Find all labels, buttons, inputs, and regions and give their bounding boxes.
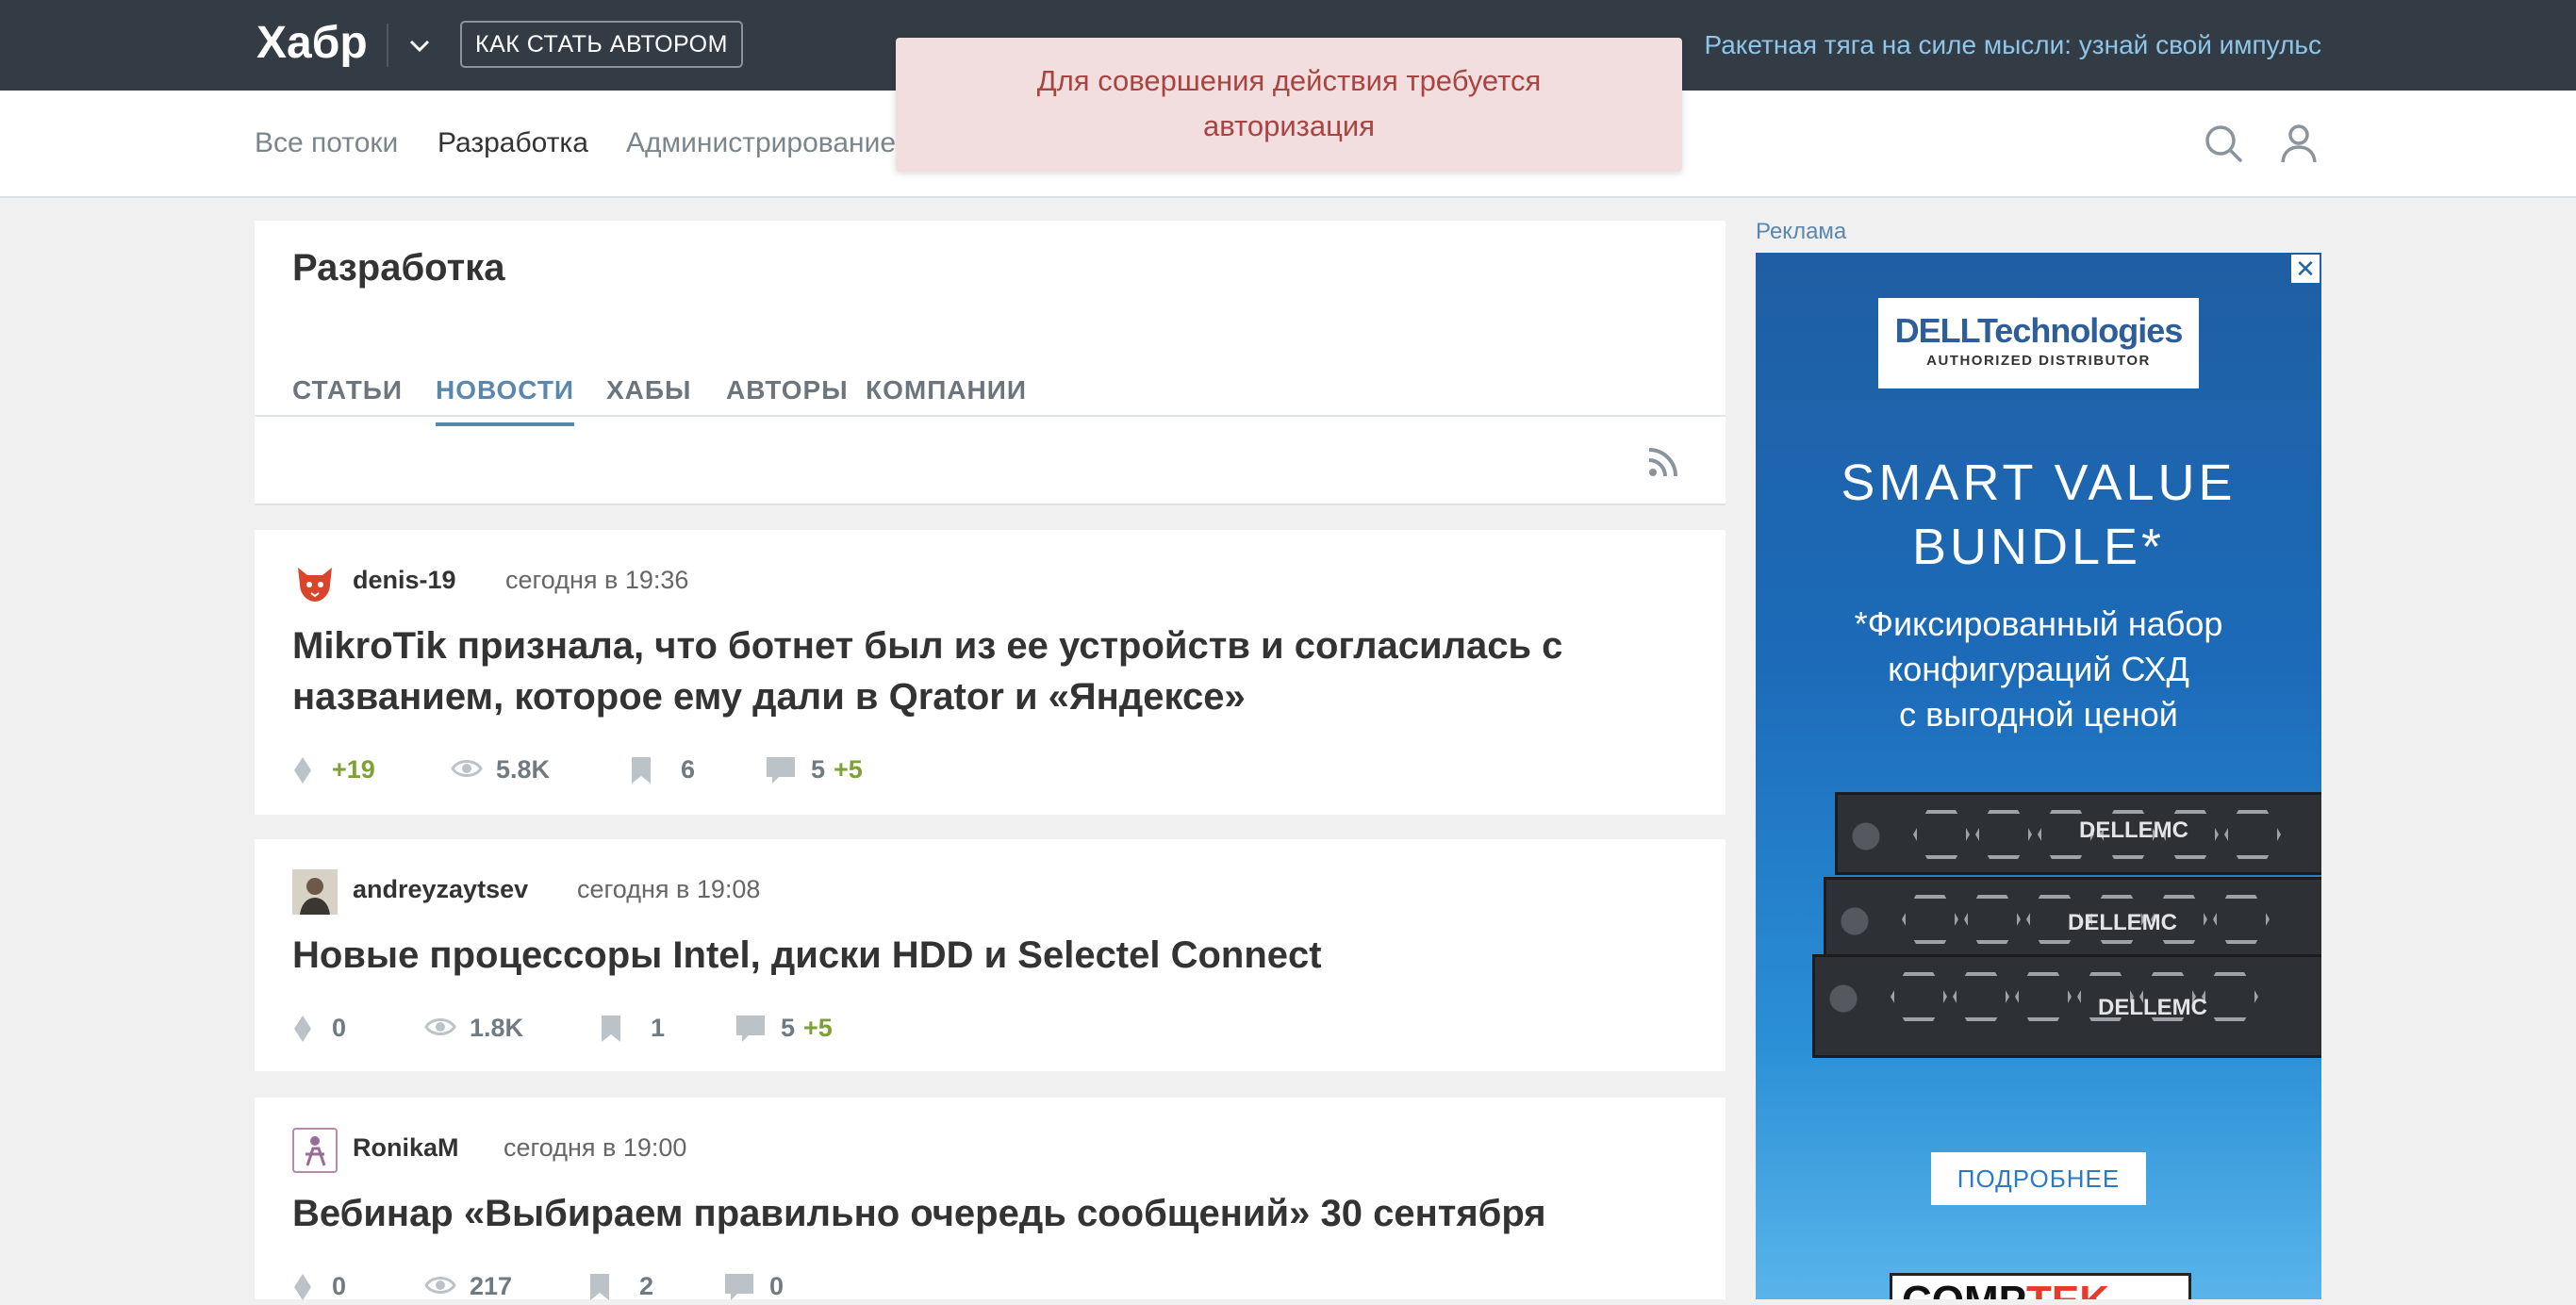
eye-icon bbox=[451, 760, 483, 777]
toast-line-1: Для совершения действия требуется bbox=[1036, 64, 1542, 97]
ad-headline-line: BUNDLE* bbox=[1911, 519, 2166, 575]
post-author[interactable]: RonikaM bbox=[353, 1133, 459, 1163]
post-date: сегодня в 19:08 bbox=[577, 875, 761, 903]
hub-header-card: Разработка СТАТЬИ НОВОСТИ ХАБЫ АВТОРЫ КО… bbox=[255, 221, 1726, 505]
rating-icon bbox=[294, 757, 311, 784]
post-title[interactable]: MikroTik признала, что ботнет был из ее … bbox=[292, 620, 1650, 722]
rss-icon[interactable] bbox=[1646, 445, 1680, 479]
bookmark-icon bbox=[632, 757, 651, 784]
become-author-button[interactable]: КАК СТАТЬ АВТОРОМ bbox=[460, 21, 743, 68]
page-title: Разработка bbox=[292, 247, 505, 289]
rack-brand: DELLEMC bbox=[2079, 818, 2188, 843]
logo-text: TEK bbox=[2026, 1278, 2109, 1299]
chevron-down-icon[interactable] bbox=[401, 26, 438, 64]
dell-logo-subtitle: AUTHORIZED DISTRIBUTOR bbox=[1926, 353, 2151, 369]
ad-label: Реклама bbox=[1756, 219, 1847, 244]
eye-icon bbox=[424, 1277, 456, 1294]
ad-headline-line: SMART VALUE bbox=[1841, 454, 2237, 511]
rating-icon bbox=[294, 1274, 311, 1300]
post-author[interactable]: andreyzaytsev bbox=[353, 875, 528, 904]
post-author[interactable]: denis-19 bbox=[353, 566, 456, 595]
toast-line-2: авторизация bbox=[1203, 109, 1375, 142]
post-date: сегодня в 19:36 bbox=[505, 566, 689, 594]
tab-authors[interactable]: АВТОРЫ bbox=[726, 353, 849, 428]
ad-headline: SMART VALUE BUNDLE* bbox=[1756, 451, 2321, 579]
nav-item-administration[interactable]: Администрирование bbox=[626, 124, 896, 162]
logo-text: COMP bbox=[1902, 1278, 2026, 1299]
user-icon[interactable] bbox=[2276, 121, 2321, 166]
divider bbox=[255, 504, 1726, 505]
avatar[interactable] bbox=[292, 1128, 338, 1173]
comment-icon bbox=[725, 1274, 753, 1300]
ad-more-button[interactable]: ПОДРОБНЕЕ bbox=[1931, 1152, 2146, 1205]
post-title[interactable]: Вебинар «Выбираем правильно очередь сооб… bbox=[292, 1188, 1650, 1239]
comptek-logo: COMPTEK bbox=[1890, 1273, 2191, 1299]
auth-required-toast: Для совершения действия требуется автори… bbox=[896, 38, 1682, 172]
header-divider bbox=[387, 24, 388, 67]
comment-icon bbox=[736, 1016, 765, 1042]
post-card: andreyzaytsev сегодня в 19:08 Новые проц… bbox=[255, 839, 1726, 1071]
tab-companies[interactable]: КОМПАНИИ bbox=[866, 353, 1027, 428]
close-icon[interactable]: ✕ bbox=[2291, 255, 2320, 283]
tab-articles[interactable]: СТАТЬИ bbox=[292, 353, 403, 428]
nav-item-all-flows[interactable]: Все потоки bbox=[255, 124, 398, 162]
post-title[interactable]: Новые процессоры Intel, диски HDD и Sele… bbox=[292, 930, 1650, 981]
ad-body-line: конфигураций СХД bbox=[1888, 650, 2189, 688]
search-icon[interactable] bbox=[2201, 121, 2246, 166]
rack-brand: DELLEMC bbox=[2098, 995, 2207, 1020]
server-rack-image: DELLEMC bbox=[1835, 792, 2321, 875]
ad-body-line: с выгодной ценой bbox=[1899, 695, 2178, 734]
dell-logo-text: DELLTechnologies bbox=[1894, 311, 2184, 350]
post-card: RonikaM сегодня в 19:00 Вебинар «Выбирае… bbox=[255, 1098, 1726, 1300]
habr-logo[interactable]: Хабр bbox=[256, 13, 368, 74]
eye-icon bbox=[424, 1018, 456, 1035]
tab-hubs[interactable]: ХАБЫ bbox=[606, 353, 691, 428]
avatar[interactable] bbox=[292, 869, 338, 915]
rating-icon bbox=[294, 1016, 311, 1042]
dell-logo: DELLTechnologies AUTHORIZED DISTRIBUTOR bbox=[1878, 298, 2199, 388]
sidebar-ad-banner[interactable]: ✕ DELLTechnologies AUTHORIZED DISTRIBUTO… bbox=[1756, 253, 2321, 1299]
ad-body-line: *Фиксированный набор bbox=[1854, 604, 2223, 643]
nav-item-development[interactable]: Разработка bbox=[438, 124, 588, 162]
promo-link[interactable]: Ракетная тяга на силе мысли: узнай свой … bbox=[1704, 28, 2321, 62]
comment-icon bbox=[767, 757, 795, 784]
tab-news[interactable]: НОВОСТИ bbox=[436, 353, 575, 428]
bookmark-icon bbox=[602, 1016, 620, 1042]
post-card: denis-19 сегодня в 19:36 MikroTik призна… bbox=[255, 530, 1726, 815]
ad-body: *Фиксированный набор конфигураций СХД с … bbox=[1756, 602, 2321, 737]
divider bbox=[255, 415, 1726, 417]
post-date: сегодня в 19:00 bbox=[504, 1133, 687, 1162]
avatar[interactable] bbox=[292, 560, 338, 605]
rack-brand: DELLEMC bbox=[2068, 910, 2177, 935]
server-rack-image: DELLEMC bbox=[1812, 954, 2321, 1058]
bookmark-icon bbox=[590, 1274, 609, 1300]
